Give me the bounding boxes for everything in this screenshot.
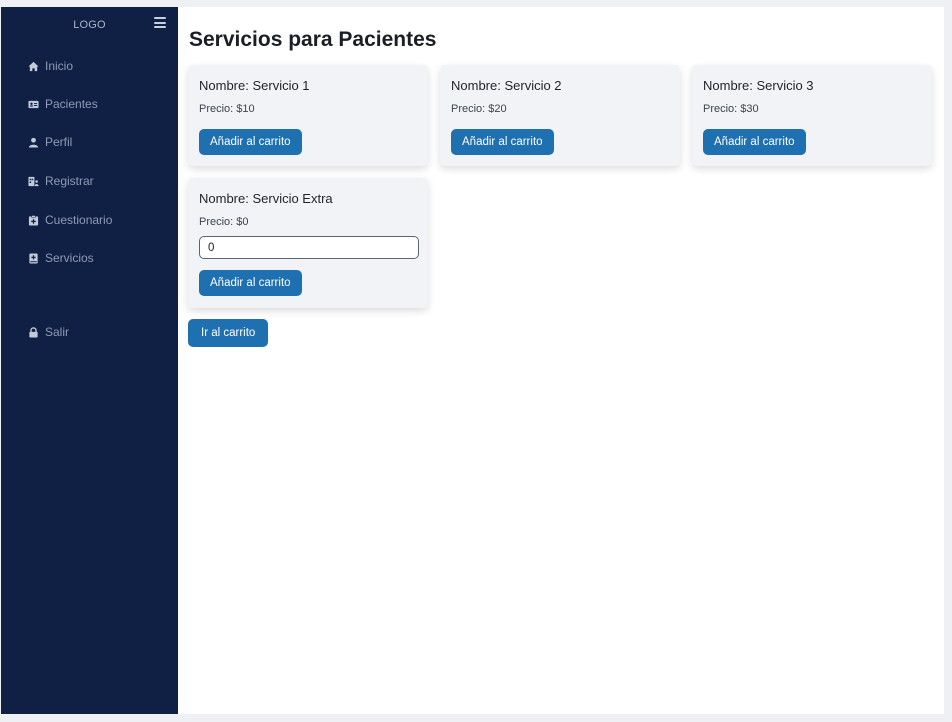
service-price: Precio: $20 — [451, 103, 507, 115]
register-user-icon — [28, 176, 39, 187]
service-price: Precio: $30 — [703, 103, 759, 115]
service-price: Precio: $0 — [199, 216, 249, 228]
sidebar: LOGO Inicio Pacientes Perfil Registrar C… — [1, 7, 178, 714]
sidebar-item-cuestionario[interactable]: Cuestionario — [28, 213, 112, 227]
add-to-cart-button[interactable]: Añadir al carrito — [451, 129, 554, 155]
sidebar-item-registrar[interactable]: Registrar — [28, 174, 94, 188]
add-to-cart-button[interactable]: Añadir al carrito — [703, 129, 806, 155]
main-content: Servicios para Pacientes Nombre: Servici… — [178, 7, 944, 714]
service-price: Precio: $10 — [199, 103, 255, 115]
sidebar-item-inicio[interactable]: Inicio — [28, 59, 73, 73]
sidebar-item-label: Cuestionario — [45, 213, 113, 227]
go-to-cart-button[interactable]: Ir al carrito — [188, 319, 269, 347]
service-card-extra: Nombre: Servicio Extra Precio: $0 Añadir… — [188, 178, 428, 308]
quantity-input[interactable] — [199, 236, 419, 259]
add-to-cart-button[interactable]: Añadir al carrito — [199, 129, 302, 155]
sidebar-item-salir[interactable]: Salir — [28, 325, 69, 339]
sidebar-item-label: Servicios — [45, 251, 94, 265]
add-to-cart-button[interactable]: Añadir al carrito — [199, 270, 302, 296]
page-title: Servicios para Pacientes — [189, 28, 437, 51]
service-name: Nombre: Servicio 2 — [451, 78, 562, 93]
hamburger-menu-icon[interactable] — [154, 17, 166, 28]
logo: LOGO — [73, 19, 106, 31]
sidebar-item-label: Inicio — [45, 59, 74, 73]
service-name: Nombre: Servicio Extra — [199, 191, 333, 206]
sidebar-item-label: Pacientes — [45, 97, 98, 111]
sidebar-item-perfil[interactable]: Perfil — [28, 135, 72, 149]
sidebar-item-label: Salir — [45, 325, 70, 339]
sidebar-item-pacientes[interactable]: Pacientes — [28, 97, 98, 111]
app-window: LOGO Inicio Pacientes Perfil Registrar C… — [1, 7, 944, 714]
service-card: Nombre: Servicio 2 Precio: $20 Añadir al… — [440, 65, 680, 166]
id-card-icon — [28, 99, 39, 110]
clipboard-icon — [28, 214, 39, 226]
home-icon — [28, 61, 39, 72]
user-icon — [28, 137, 39, 148]
book-icon — [28, 252, 39, 264]
sidebar-item-label: Registrar — [45, 174, 94, 188]
service-card: Nombre: Servicio 1 Precio: $10 Añadir al… — [188, 65, 428, 166]
service-name: Nombre: Servicio 3 — [703, 78, 814, 93]
sidebar-item-servicios[interactable]: Servicios — [28, 251, 94, 265]
service-name: Nombre: Servicio 1 — [199, 78, 310, 93]
sidebar-item-label: Perfil — [45, 135, 73, 149]
lock-icon — [28, 326, 39, 338]
service-card: Nombre: Servicio 3 Precio: $30 Añadir al… — [692, 65, 932, 166]
